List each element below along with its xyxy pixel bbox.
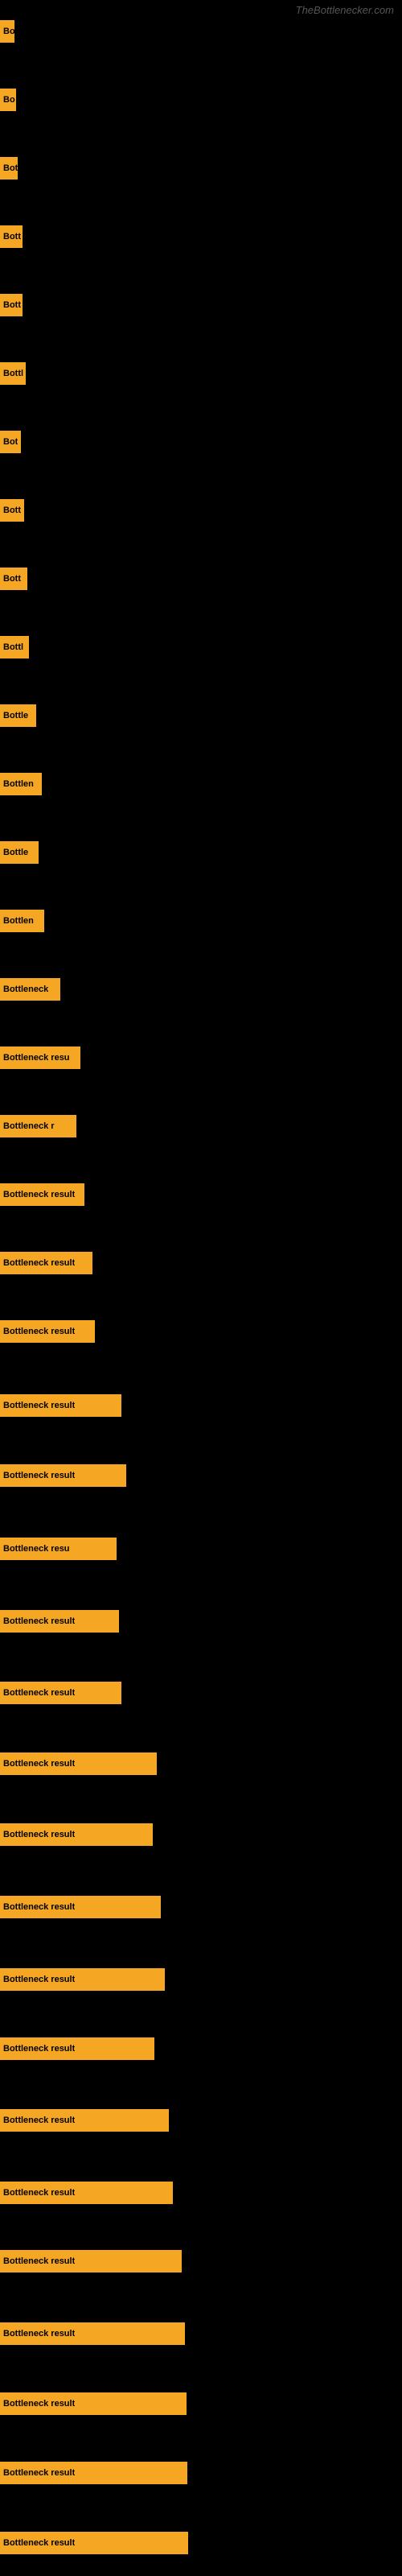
bar-item: Bot bbox=[0, 431, 21, 453]
bar-label: Bottleneck result bbox=[3, 2116, 75, 2125]
bar-item: Bottl bbox=[0, 362, 26, 385]
bar-label: Bottleneck result bbox=[3, 2256, 75, 2266]
bar-item: Bottleneck result bbox=[0, 1752, 157, 1775]
bar-item: Bott bbox=[0, 568, 27, 590]
bar-label: Bo bbox=[3, 27, 14, 36]
bar-item: Bottleneck result bbox=[0, 2532, 188, 2554]
bar-item: Bottleneck result bbox=[0, 2182, 173, 2204]
bar-label: Bottleneck result bbox=[3, 1401, 75, 1410]
bar-item: Bottleneck result bbox=[0, 1610, 119, 1633]
bar-item: Bottleneck resu bbox=[0, 1046, 80, 1069]
bar-item: Bottleneck result bbox=[0, 2392, 187, 2415]
bar-item: Bottleneck result bbox=[0, 1896, 161, 1918]
bar-label: Bottlen bbox=[3, 916, 34, 926]
bar-label: Bottle bbox=[3, 848, 28, 857]
bar-label: Bott bbox=[3, 232, 21, 242]
bar-item: Bottleneck result bbox=[0, 1968, 165, 1991]
bar-label: Bo bbox=[3, 95, 15, 105]
bar-item: Bottleneck result bbox=[0, 2250, 182, 2273]
bar-label: Bottleneck result bbox=[3, 1902, 75, 1912]
bar-label: Bot bbox=[3, 437, 18, 447]
bar-label: Bottle bbox=[3, 711, 28, 720]
bar-label: Bott bbox=[3, 300, 21, 310]
bar-item: Bottleneck result bbox=[0, 2037, 154, 2060]
bar-item: Bottleneck result bbox=[0, 1320, 95, 1343]
bar-label: Bottleneck result bbox=[3, 2044, 75, 2054]
bar-label: Bottleneck result bbox=[3, 1759, 75, 1769]
bar-label: Bottleneck result bbox=[3, 1616, 75, 1626]
bar-item: Bottleneck result bbox=[0, 1823, 153, 1846]
bar-label: Bottleneck result bbox=[3, 1190, 75, 1199]
bar-label: Bott bbox=[3, 506, 21, 515]
bar-label: Bott bbox=[3, 574, 21, 584]
bar-item: Bott bbox=[0, 225, 23, 248]
bar-label: Bottleneck result bbox=[3, 1688, 75, 1698]
bar-label: Bottleneck result bbox=[3, 2399, 75, 2409]
bar-item: Bottleneck bbox=[0, 978, 60, 1001]
bar-item: Bottle bbox=[0, 841, 39, 864]
bar-label: Bot bbox=[3, 163, 18, 173]
bar-item: Bot bbox=[0, 157, 18, 180]
bar-item: Bottleneck result bbox=[0, 2109, 169, 2132]
bar-item: Bottleneck resu bbox=[0, 1538, 117, 1560]
bar-label: Bottleneck r bbox=[3, 1121, 55, 1131]
bar-item: Bottle bbox=[0, 704, 36, 727]
bar-item: Bottleneck result bbox=[0, 1682, 121, 1704]
bar-label: Bottleneck resu bbox=[3, 1544, 70, 1554]
bar-item: Bottleneck result bbox=[0, 2322, 185, 2345]
bar-item: Bottleneck result bbox=[0, 1394, 121, 1417]
bar-item: Bott bbox=[0, 294, 23, 316]
bar-label: Bottl bbox=[3, 642, 23, 652]
bar-label: Bottlen bbox=[3, 779, 34, 789]
bar-item: Bottleneck result bbox=[0, 2462, 187, 2484]
bar-label: Bottleneck result bbox=[3, 1327, 75, 1336]
bar-item: Bottl bbox=[0, 636, 29, 658]
bar-label: Bottleneck result bbox=[3, 2329, 75, 2339]
bar-item: Bottlen bbox=[0, 773, 42, 795]
bar-label: Bottleneck result bbox=[3, 1471, 75, 1480]
bar-label: Bottleneck result bbox=[3, 1830, 75, 1839]
site-title: TheBottlenecker.com bbox=[296, 4, 394, 16]
bar-label: Bottleneck resu bbox=[3, 1053, 70, 1063]
bar-label: Bottleneck result bbox=[3, 2468, 75, 2478]
bar-item: Bottleneck result bbox=[0, 1252, 92, 1274]
bar-label: Bottl bbox=[3, 369, 23, 378]
bar-item: Bottleneck result bbox=[0, 1464, 126, 1487]
bar-item: Bottleneck result bbox=[0, 1183, 84, 1206]
bar-label: Bottleneck result bbox=[3, 1975, 75, 1984]
bar-item: Bottleneck r bbox=[0, 1115, 76, 1137]
bar-label: Bottleneck bbox=[3, 985, 48, 994]
bar-item: Bott bbox=[0, 499, 24, 522]
bar-label: Bottleneck result bbox=[3, 2188, 75, 2198]
bar-item: Bottlen bbox=[0, 910, 44, 932]
bar-item: Bo bbox=[0, 89, 16, 111]
bar-label: Bottleneck result bbox=[3, 1258, 75, 1268]
bar-label: Bottleneck result bbox=[3, 2538, 75, 2548]
bar-item: Bo bbox=[0, 20, 14, 43]
